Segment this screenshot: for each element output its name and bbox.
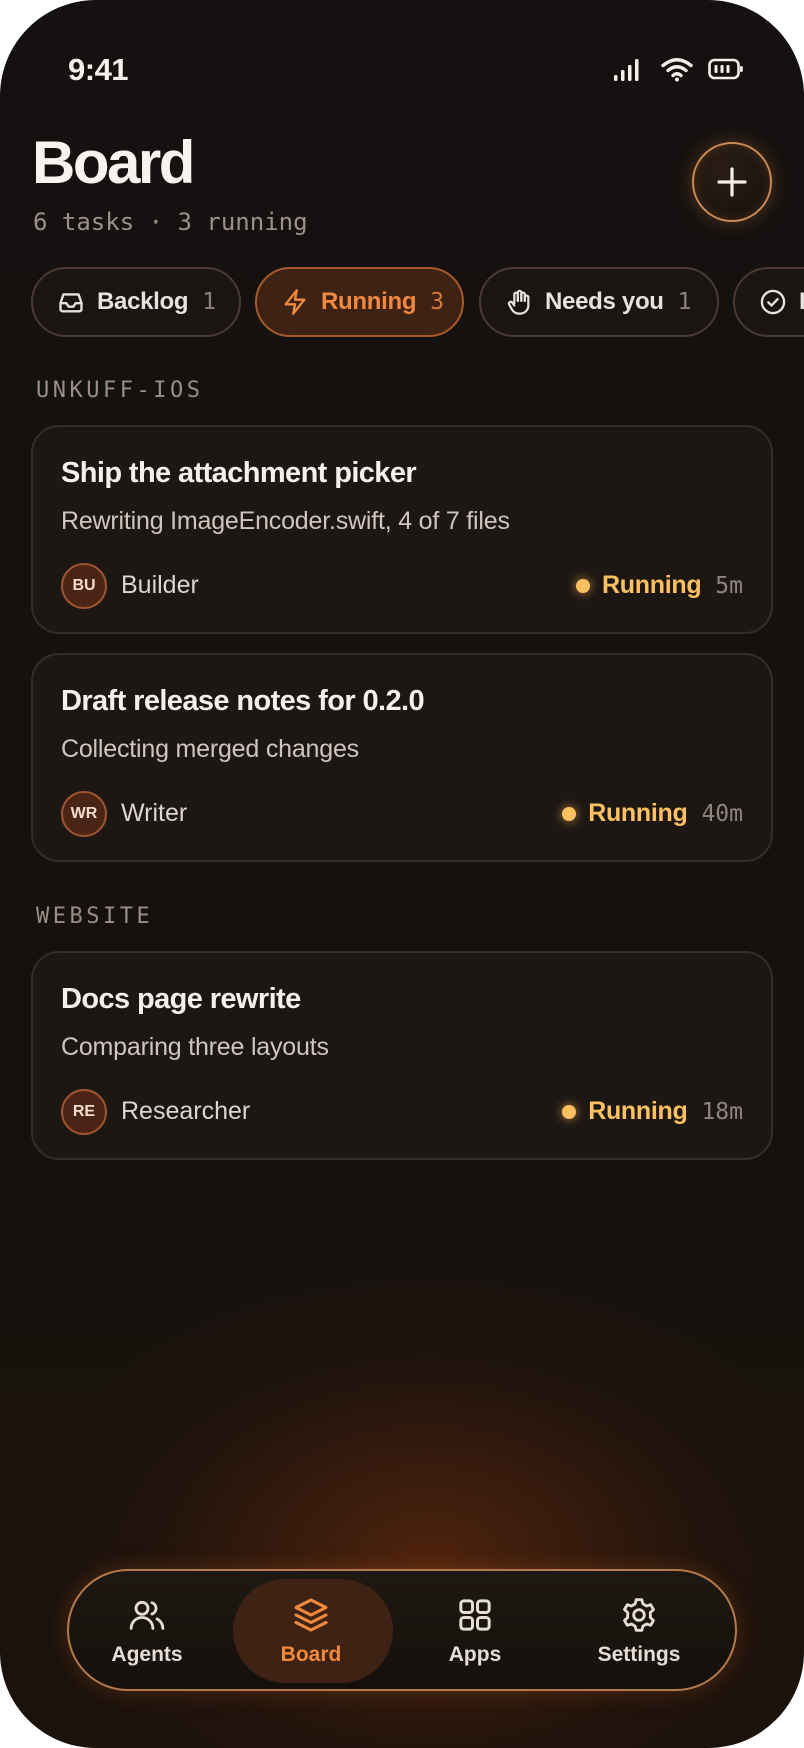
elapsed-time: 40m (701, 800, 743, 827)
filter-chip-running[interactable]: Running 3 (255, 267, 464, 337)
task-description: Collecting merged changes (61, 735, 359, 763)
tab-label: Agents (111, 1643, 183, 1666)
people-icon (129, 1600, 165, 1630)
status-indicator: Running 40m (562, 799, 743, 828)
filter-chip-count: 1 (677, 289, 692, 315)
status-label: Running (602, 571, 702, 599)
phone-screen: 9:41 Board 6 tasks · 3 running Backlog 1… (0, 0, 804, 1748)
status-label: Running (588, 799, 688, 827)
status-indicator: Running 5m (576, 571, 743, 600)
task-description: Rewriting ImageEncoder.swift, 4 of 7 fil… (61, 507, 510, 535)
tab-label: Board (280, 1643, 342, 1666)
tab-settings[interactable]: Settings (559, 1571, 719, 1689)
plus-icon (717, 167, 747, 197)
task-card[interactable]: Draft release notes for 0.2.0 Collecting… (31, 653, 773, 862)
filter-chip-label: D (799, 288, 804, 316)
status-dot-icon (562, 806, 577, 821)
elapsed-time: 18m (701, 1098, 743, 1125)
tab-board[interactable]: Board (231, 1571, 393, 1689)
lightning-icon (284, 289, 306, 315)
avatar: WR (61, 791, 107, 837)
inbox-icon (59, 293, 83, 313)
tab-label: Settings (597, 1643, 681, 1666)
check-circle-icon (760, 289, 786, 315)
layers-icon (294, 1598, 328, 1632)
filter-chip-needs-you[interactable]: Needs you 1 (479, 267, 719, 337)
tab-bar: Agents Board Apps Settings (67, 1569, 737, 1691)
page-subtitle: 6 tasks · 3 running (33, 208, 308, 236)
tab-label: Apps (448, 1643, 502, 1666)
avatar: BU (61, 563, 107, 609)
gear-icon (623, 1598, 655, 1632)
cellular-signal-icon (614, 59, 639, 81)
section-label: UNKUFF-IOS (36, 378, 204, 403)
page-title: Board (32, 129, 195, 196)
status-label: Running (588, 1097, 688, 1125)
filter-chip-backlog[interactable]: Backlog 1 (31, 267, 241, 337)
agent-name: Researcher (121, 1097, 251, 1125)
filter-chip-count: 3 (430, 289, 445, 315)
add-task-button[interactable] (692, 142, 772, 222)
hand-icon (507, 289, 530, 315)
status-indicator: Running 18m (562, 1097, 743, 1126)
filter-chip-count: 1 (202, 289, 217, 315)
task-description: Comparing three layouts (61, 1033, 329, 1061)
filter-chip-label: Running (321, 288, 417, 315)
status-time: 9:41 (68, 52, 129, 87)
status-dot-icon (576, 578, 591, 593)
status-icons (612, 56, 744, 82)
status-dot-icon (562, 1104, 577, 1119)
agent-name: Builder (121, 571, 199, 599)
task-card[interactable]: Ship the attachment picker Rewriting Ima… (31, 425, 773, 634)
filter-chip-label: Backlog (97, 288, 189, 315)
elapsed-time: 5m (715, 572, 743, 599)
task-title: Docs page rewrite (61, 983, 301, 1015)
battery-icon (708, 58, 743, 80)
avatar: RE (61, 1089, 107, 1135)
task-title: Draft release notes for 0.2.0 (61, 685, 425, 717)
task-card[interactable]: Docs page rewrite Comparing three layout… (31, 951, 773, 1160)
tab-apps[interactable]: Apps (395, 1571, 555, 1689)
tab-agents[interactable]: Agents (67, 1571, 227, 1689)
agent-name: Writer (121, 799, 188, 827)
filter-chip-done[interactable]: D (733, 267, 804, 337)
task-title: Ship the attachment picker (61, 457, 417, 489)
wifi-icon (661, 58, 693, 82)
grid-icon (459, 1599, 491, 1631)
filter-chip-label: Needs you (545, 288, 664, 315)
filter-chips: Backlog 1 Running 3 Needs you 1 (31, 267, 804, 337)
section-label: WEBSITE (36, 904, 154, 929)
